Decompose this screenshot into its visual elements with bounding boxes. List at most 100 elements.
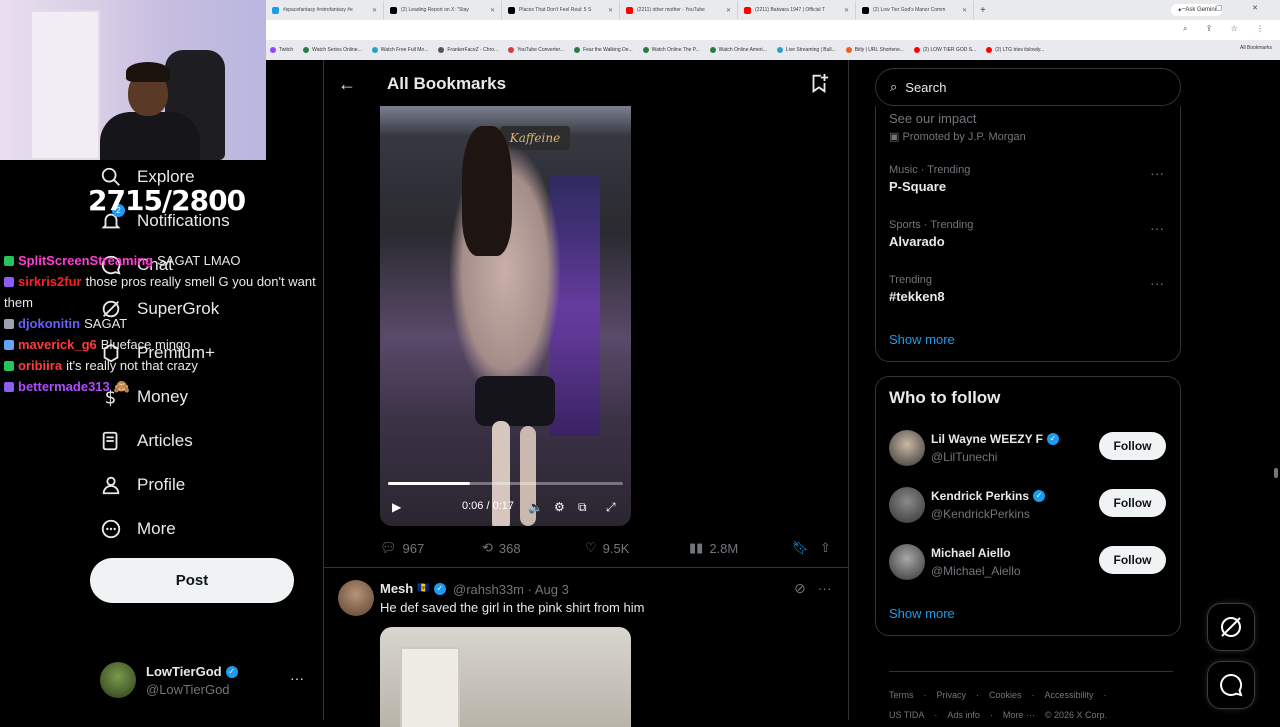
reply-button[interactable]: 💬︎ 967 — [380, 540, 424, 556]
views-button[interactable]: ▮▮ 2.8M — [689, 540, 738, 556]
nav-item-profile[interactable]: Profile — [100, 474, 185, 496]
follow-button[interactable]: Follow — [1099, 489, 1166, 517]
bookmark-add-icon[interactable] — [808, 72, 830, 94]
more-icon[interactable]: ··· — [1150, 275, 1164, 291]
more-icon[interactable]: ··· — [1150, 165, 1164, 181]
grok-icon[interactable]: ⊘ — [794, 580, 806, 597]
bookmark-item[interactable]: YouTube Converter... — [508, 47, 564, 53]
scrollbar-thumb[interactable] — [1274, 468, 1278, 478]
video-progress-fill — [388, 482, 471, 485]
back-arrow-icon[interactable]: ← — [338, 74, 356, 95]
trends-show-more[interactable]: Show more — [889, 332, 955, 347]
footer-link[interactable]: © 2026 X Corp. — [1045, 710, 1107, 720]
close-icon[interactable]: ✕ — [372, 7, 377, 14]
tweet-author-name[interactable]: Mesh 🇧🇧 ✓ — [380, 581, 446, 596]
follow-button[interactable]: Follow — [1099, 432, 1166, 460]
follow-suggestion[interactable]: Michael Aiello @Michael_Aiello Follow — [889, 544, 1179, 584]
browser-tab[interactable]: (2) Leading Report on X: "Stay ✕ — [384, 1, 502, 19]
footer-separator: · — [989, 710, 993, 720]
share-icon[interactable]: ⇧ — [820, 540, 831, 556]
footer-link[interactable]: Cookies — [989, 690, 1022, 700]
promoted-trend[interactable]: See our impact ▣ Promoted by J.P. Morgan — [889, 108, 1026, 143]
bookmark-item[interactable]: Watch Free Full Mo... — [371, 47, 428, 53]
bookmark-item[interactable]: Live Streaming | Bull... — [776, 47, 836, 53]
footer-link[interactable]: Privacy — [937, 690, 967, 700]
bookmark-item[interactable]: Watch Series Online... — [303, 47, 362, 53]
bookmark-item[interactable]: Watch Online The P... — [642, 47, 700, 53]
window-controls[interactable]: – ▢ ✕ — [1182, 4, 1272, 12]
chat-text: Blueface mingo — [100, 337, 191, 352]
bookmark-item[interactable]: Watch Online Ameri... — [709, 47, 767, 53]
tweet-author-handle[interactable]: @rahsh33m · Aug 3 — [453, 582, 569, 597]
trend-item[interactable]: Trending #tekken8 — [889, 274, 945, 304]
all-bookmarks-link[interactable]: All Bookmarks — [1240, 45, 1272, 51]
trend-item[interactable]: Music · Trending P-Square — [889, 164, 970, 194]
close-icon[interactable]: ✕ — [726, 7, 731, 14]
favicon-icon — [862, 6, 869, 14]
tweet-video[interactable]: Kaffeine ▶ 0:06 / 0:17 🔈 ⚙ ⧉ ⤢ — [380, 106, 631, 526]
tweet-separator — [324, 567, 848, 568]
chat-fab-button[interactable] — [1207, 661, 1255, 709]
nav-item-articles[interactable]: Articles — [100, 430, 193, 452]
follow-suggestion[interactable]: Kendrick Perkins ✓ @KendrickPerkins Follo… — [889, 487, 1179, 527]
close-icon[interactable]: ✕ — [608, 7, 613, 14]
settings-icon[interactable]: ⚙ — [554, 500, 565, 514]
bookmark-item[interactable]: Fear the Walking De... — [574, 47, 633, 53]
bookmark-icon[interactable]: 🔖︎ — [792, 540, 809, 556]
bookmark-item[interactable]: Twitch — [270, 47, 293, 53]
address-bar-icons[interactable]: ⌕ ⇪ ☆ ⋮ — [1183, 24, 1272, 34]
favicon-icon — [508, 6, 515, 14]
wtf-show-more[interactable]: Show more — [889, 606, 955, 621]
tweet-media[interactable] — [380, 627, 631, 727]
chat-icon — [1220, 673, 1243, 697]
like-button[interactable]: ♡ 9.5K — [585, 540, 629, 556]
follow-suggestion[interactable]: Lil Wayne WEEZY F ✓ @LilTunechi Follow — [889, 430, 1179, 470]
bookmark-item[interactable]: Bitly | URL Shortene... — [845, 47, 904, 53]
more-icon[interactable]: ··· — [290, 670, 304, 686]
avatar[interactable] — [338, 580, 374, 616]
footer-links: Terms · Privacy · Cookies · Accessibility · — [889, 690, 1107, 700]
close-icon[interactable]: ✕ — [962, 7, 967, 14]
chat-badge-icon — [4, 340, 14, 350]
footer-separator: · — [923, 690, 927, 700]
volume-icon[interactable]: 🔈 — [528, 500, 543, 514]
bookmark-item[interactable]: (2) LTG tries itslowly... — [986, 47, 1044, 53]
browser-tab[interactable]: (2211) Batwara 1947 | Official T ✕ — [738, 1, 856, 19]
close-icon[interactable]: ✕ — [490, 7, 495, 14]
browser-tab[interactable]: #spacefantasy #retrofantasy #e ✕ — [266, 1, 384, 19]
repost-button[interactable]: ⟲ 368 — [482, 540, 521, 556]
browser-tab[interactable]: Places That Don't Feel Real: 5 S ✕ — [502, 1, 620, 19]
follow-button[interactable]: Follow — [1099, 546, 1166, 574]
video-progress-bar[interactable] — [388, 482, 623, 485]
avatar — [889, 430, 925, 466]
more-icon[interactable]: ··· — [1150, 220, 1164, 236]
repost-icon: ⟲ — [482, 540, 493, 555]
more-icon[interactable]: ··· — [818, 580, 832, 597]
browser-tab[interactable]: (2) Low Tier God's Manor Comm ✕ — [856, 1, 974, 19]
trend-item[interactable]: Sports · Trending Alvarado — [889, 219, 973, 249]
footer-link[interactable]: Accessibility — [1045, 690, 1094, 700]
footer-link[interactable]: More ··· — [1003, 710, 1035, 720]
verified-icon: ✓ — [433, 582, 446, 595]
search-input[interactable]: ⌕ Search — [875, 68, 1181, 106]
play-icon[interactable]: ▶ — [392, 500, 401, 514]
footer-separator: · — [1103, 690, 1107, 700]
new-tab-button[interactable]: + — [974, 5, 992, 16]
bookmark-item[interactable]: FrankerFaceZ - Chro... — [438, 47, 498, 53]
nav-item-more[interactable]: More — [100, 518, 176, 540]
browser-tab[interactable]: (2211) other mother - YouTube ✕ — [620, 1, 738, 19]
grok-fab-button[interactable] — [1207, 603, 1255, 651]
account-switcher[interactable]: LowTierGod ✓ @LowTierGod ··· — [100, 660, 310, 700]
footer-link[interactable]: Ads info — [947, 710, 980, 720]
address-bar[interactable] — [266, 20, 1280, 40]
video-figure-hair — [462, 126, 512, 256]
fullscreen-icon[interactable]: ⤢ — [606, 500, 616, 515]
bookmark-item[interactable]: (2) LOW TIER GOD S... — [913, 47, 976, 53]
more-icon — [100, 518, 122, 540]
column-divider-left — [323, 60, 324, 720]
pip-icon[interactable]: ⧉ — [578, 500, 587, 515]
footer-link[interactable]: Terms — [889, 690, 914, 700]
close-icon[interactable]: ✕ — [844, 7, 849, 14]
footer-link[interactable]: US TIDA — [889, 710, 924, 720]
post-button[interactable]: Post — [90, 558, 294, 603]
